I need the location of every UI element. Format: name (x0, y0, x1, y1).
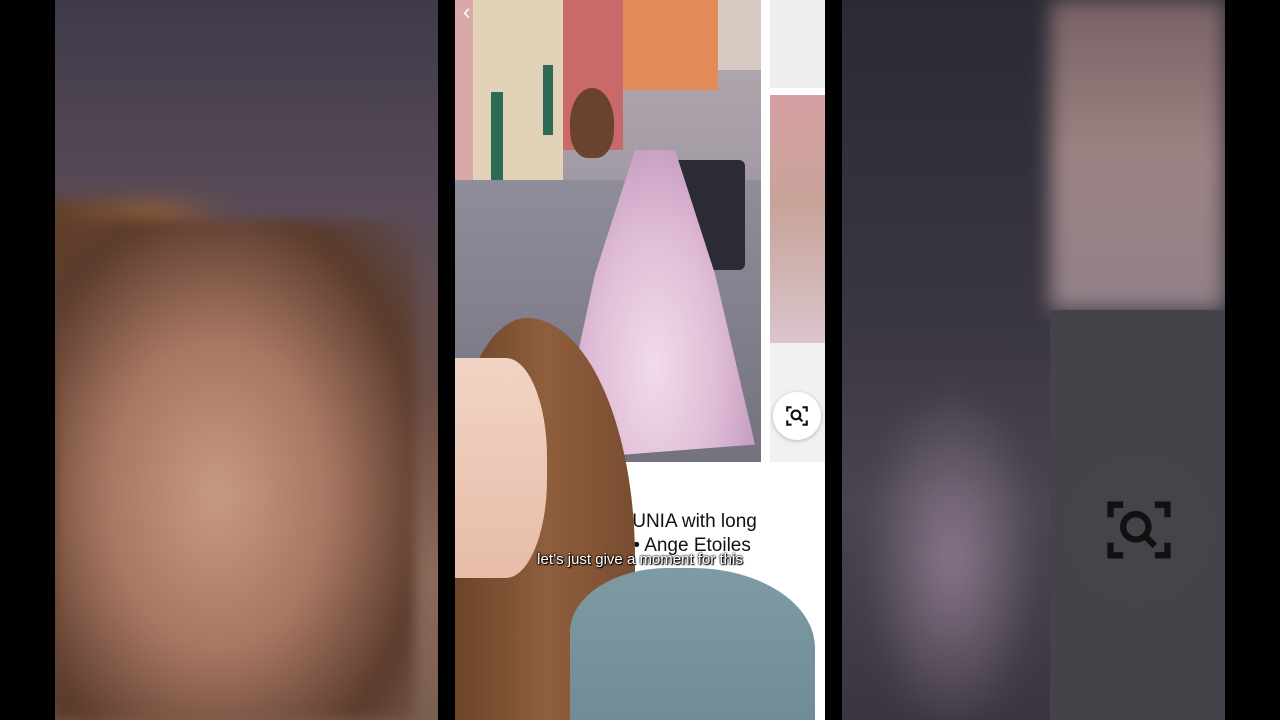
pin-detail-screen: ‹ ss PETUNIA with long Etoiles • Ange Et… (455, 0, 825, 720)
blurred-visual-search-icon (1064, 455, 1214, 605)
left-blurred-backdrop (55, 0, 438, 720)
creator-video-overlay (455, 318, 815, 720)
letterbox-right (825, 0, 842, 720)
building (718, 0, 761, 70)
creator-shirt (570, 568, 815, 720)
blurred-side-photo (1050, 0, 1225, 310)
video-caption: let’s just give a moment for this (537, 551, 743, 568)
green-door (491, 92, 503, 182)
blurred-dress (862, 380, 1042, 720)
side-panel-top (770, 0, 825, 88)
side-thumbnail-image[interactable] (770, 95, 825, 343)
letterbox-left (438, 0, 455, 720)
back-chevron-icon[interactable]: ‹ (463, 1, 487, 24)
right-blurred-backdrop (842, 0, 1225, 720)
green-door (543, 65, 553, 135)
blurred-face (55, 220, 415, 720)
creator-face (455, 358, 547, 578)
model-hair (570, 88, 614, 158)
building (623, 0, 718, 90)
